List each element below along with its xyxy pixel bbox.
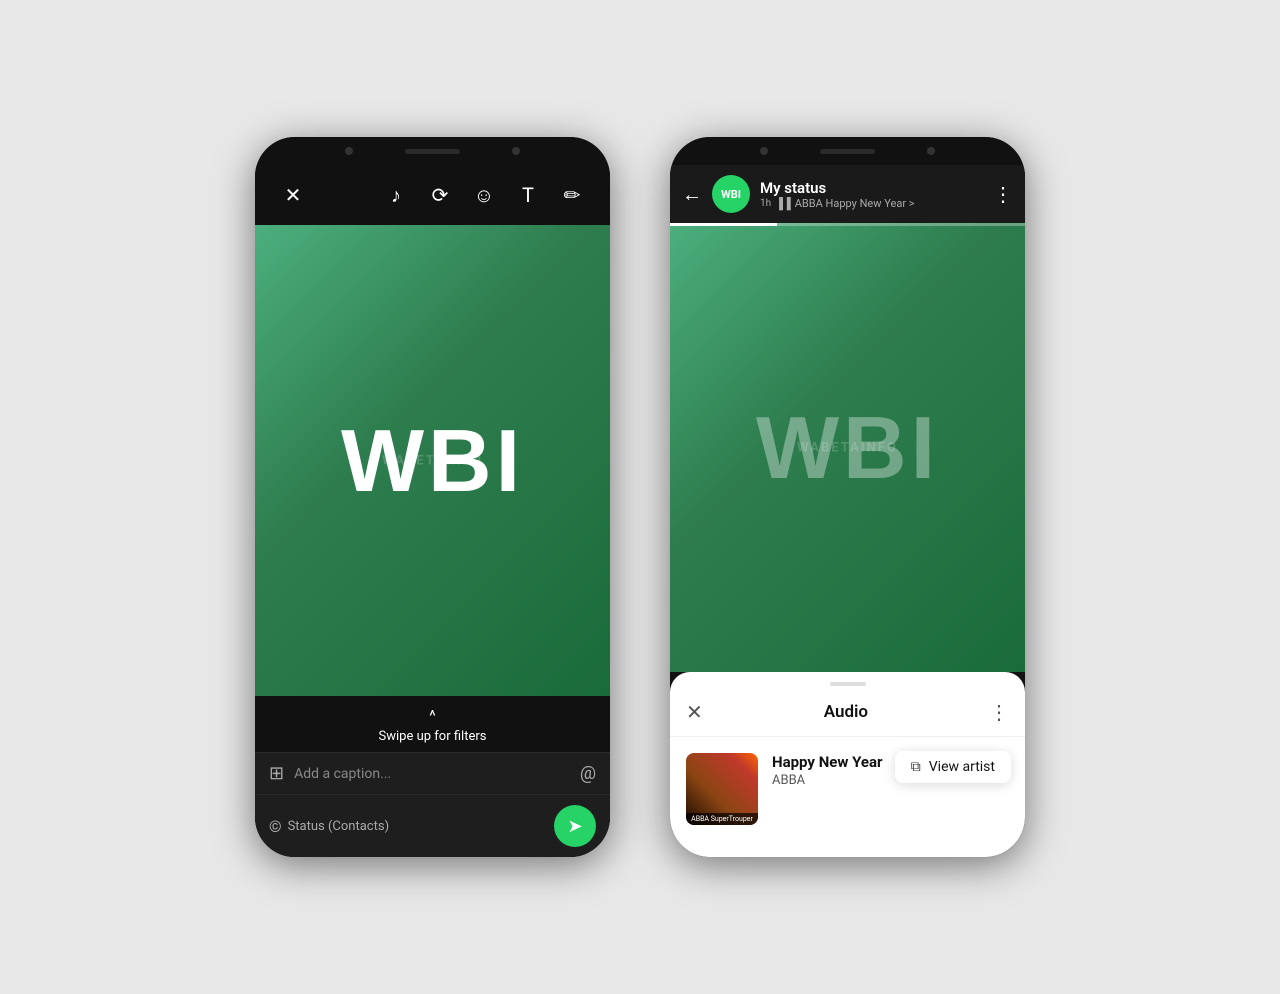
song-preview-label: ABBA Happy New Year >: [795, 197, 915, 210]
caption-bar: ⊞ Add a caption... @: [255, 752, 610, 794]
camera-right-r: [927, 147, 935, 155]
left-phone: ✕ ♪ ⟳ ☺ T ✏ WABETAINFO WBI ^ Swipe up fo…: [255, 137, 610, 857]
speaker-right: [820, 149, 875, 154]
camera-left: [345, 147, 353, 155]
audio-bottom-sheet: ✕ Audio ⋮ ABBA SuperTrouper Happy New Ye…: [670, 672, 1025, 857]
mention-icon[interactable]: @: [580, 763, 596, 784]
audio-bar-icon: ▐▐: [775, 197, 791, 210]
screen-right: ← WBI My status 1h ▐▐ ABBA Happy New Yea…: [670, 165, 1025, 857]
status-send-bar: © Status (Contacts) ➤: [255, 794, 610, 857]
notch-bar-right: [670, 137, 1025, 165]
album-art: ABBA SuperTrouper: [686, 753, 758, 825]
sticker-icon[interactable]: ☺: [466, 177, 502, 213]
header-more-button[interactable]: ⋮: [993, 182, 1013, 206]
time-icon: 1h: [760, 198, 771, 209]
music-icon[interactable]: ♪: [378, 177, 414, 213]
wbi-logo-right: WBI: [756, 397, 939, 499]
view-artist-label[interactable]: View artist: [929, 759, 995, 775]
swipe-arrow-icon: ^: [429, 706, 436, 725]
sheet-close-button[interactable]: ✕: [686, 700, 703, 724]
status-sync-icon: ©: [269, 817, 282, 836]
status-contacts-label[interactable]: © Status (Contacts): [269, 817, 389, 836]
speaker-left: [405, 149, 460, 154]
sheet-title: Audio: [703, 702, 989, 722]
caption-media-icon: ⊞: [269, 763, 284, 784]
camera-left-r: [760, 147, 768, 155]
status-media-area: WABETAINFO WBI: [670, 223, 1025, 672]
album-art-inner: ABBA SuperTrouper: [686, 753, 758, 825]
camera-right: [512, 147, 520, 155]
media-preview-area: WABETAINFO WBI: [255, 225, 610, 696]
progress-bar-fill: [670, 223, 777, 226]
send-button[interactable]: ➤: [554, 805, 596, 847]
status-label: Status (Contacts): [288, 819, 390, 834]
text-icon[interactable]: T: [510, 177, 546, 213]
album-label: ABBA SuperTrouper: [686, 813, 758, 825]
sheet-header: ✕ Audio ⋮: [670, 700, 1025, 737]
view-artist-icon: ⧉: [911, 759, 921, 775]
sheet-body: ABBA SuperTrouper Happy New Year ABBA ⧉ …: [670, 737, 1025, 841]
screen-left: ✕ ♪ ⟳ ☺ T ✏ WABETAINFO WBI ^ Swipe up fo…: [255, 165, 610, 857]
status-info: My status 1h ▐▐ ABBA Happy New Year >: [760, 179, 983, 210]
progress-bar-container: [670, 223, 1025, 226]
editor-toolbar: ✕ ♪ ⟳ ☺ T ✏: [255, 165, 610, 225]
swipe-filters-hint[interactable]: ^ Swipe up for filters: [255, 696, 610, 752]
sheet-more-button[interactable]: ⋮: [989, 700, 1009, 724]
back-button[interactable]: ←: [682, 182, 702, 207]
wbi-logo-left: WBI: [341, 410, 524, 512]
context-menu: ⧉ View artist: [895, 751, 1011, 783]
sheet-drag-handle[interactable]: [830, 682, 866, 686]
editor-tools-group: ♪ ⟳ ☺ T ✏: [378, 177, 590, 213]
status-avatar: WBI: [712, 175, 750, 213]
caption-input[interactable]: Add a caption...: [294, 766, 570, 782]
status-owner-name: My status: [760, 179, 983, 197]
status-meta-info: 1h ▐▐ ABBA Happy New Year >: [760, 197, 983, 210]
crop-icon[interactable]: ⟳: [422, 177, 458, 213]
right-phone: ← WBI My status 1h ▐▐ ABBA Happy New Yea…: [670, 137, 1025, 857]
draw-icon[interactable]: ✏: [554, 177, 590, 213]
status-view-header: ← WBI My status 1h ▐▐ ABBA Happy New Yea…: [670, 165, 1025, 223]
swipe-filters-label: Swipe up for filters: [379, 729, 487, 744]
notch-bar-left: [255, 137, 610, 165]
close-button[interactable]: ✕: [275, 177, 311, 213]
